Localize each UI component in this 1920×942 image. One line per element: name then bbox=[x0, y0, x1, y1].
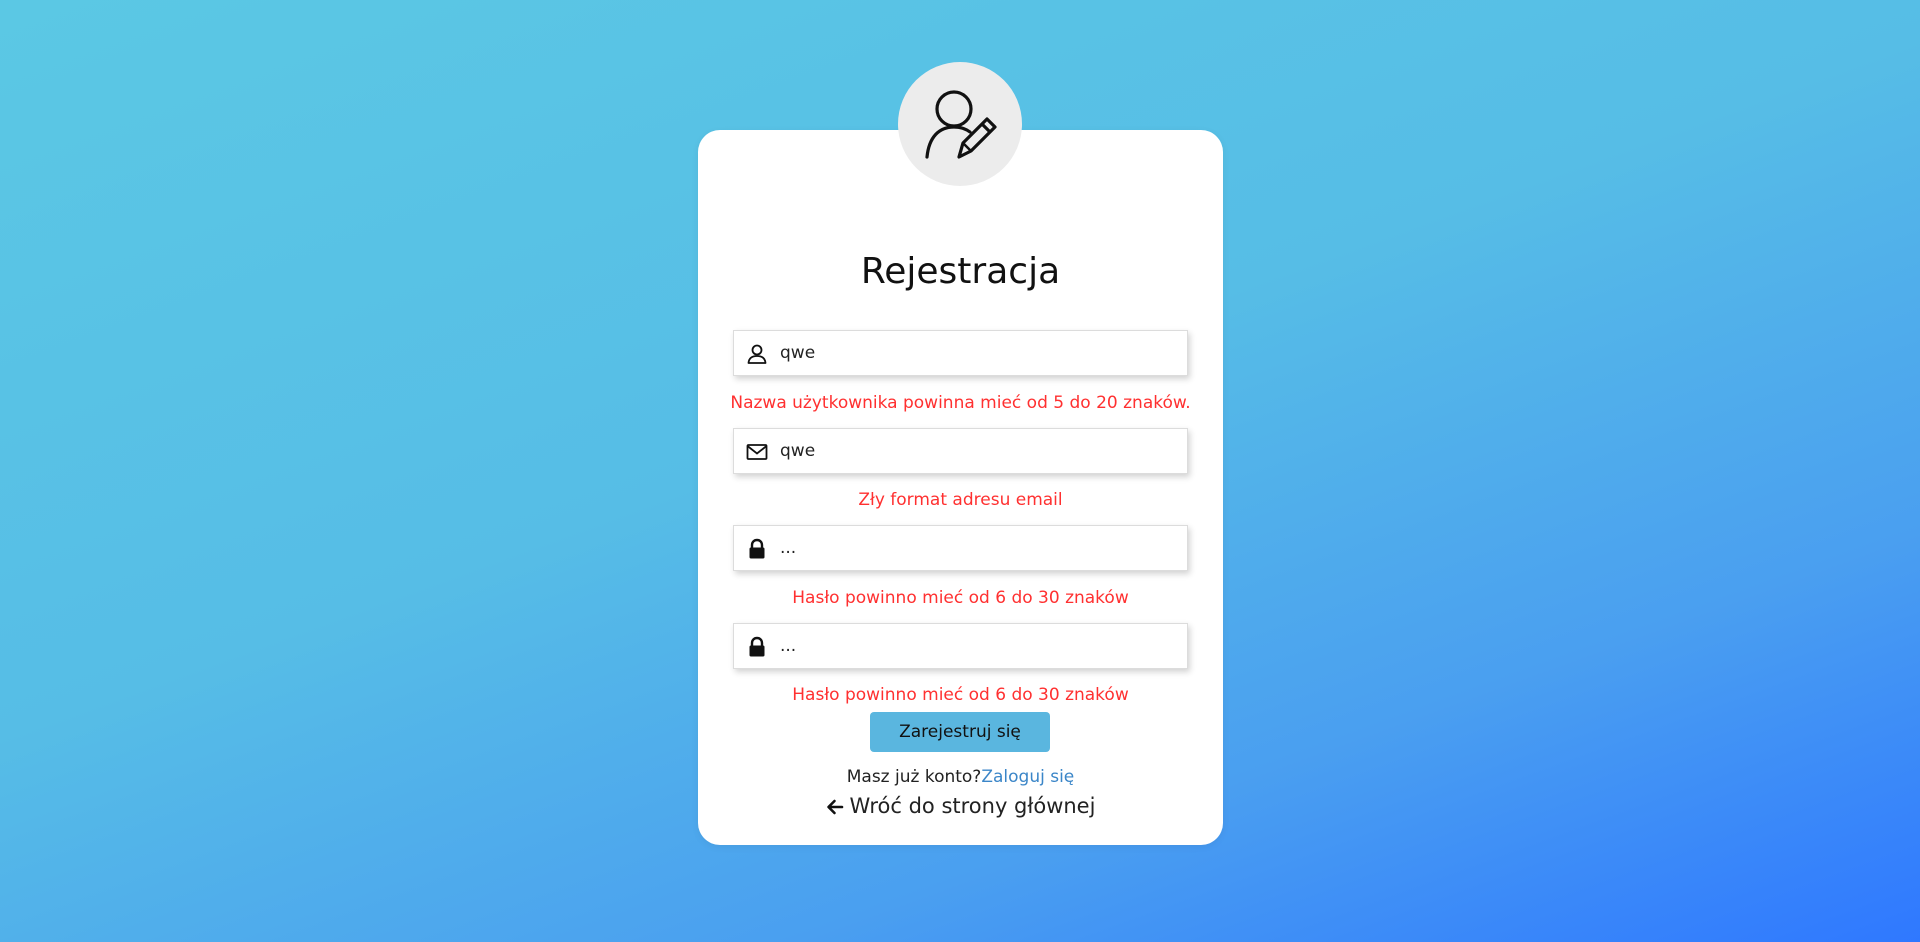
password-input[interactable] bbox=[780, 526, 1175, 570]
page-title: Rejestracja bbox=[860, 251, 1061, 292]
password-field[interactable] bbox=[733, 525, 1188, 571]
lock-icon bbox=[749, 538, 765, 559]
password-confirm-field[interactable] bbox=[733, 623, 1188, 669]
have-account-text: Masz już konto? bbox=[846, 767, 982, 787]
email-field[interactable] bbox=[733, 428, 1188, 474]
password-confirm-error: Hasło powinno mieć od 6 do 30 znaków bbox=[792, 685, 1129, 705]
envelope-icon bbox=[746, 444, 768, 460]
lock-icon bbox=[749, 636, 765, 657]
back-link-label: Wróć do strony głównej bbox=[849, 794, 1096, 818]
avatar bbox=[898, 62, 1022, 186]
back-to-home-link[interactable]: Wróć do strony głównej bbox=[698, 793, 1223, 819]
register-button[interactable]: Zarejestruj się bbox=[870, 712, 1050, 752]
password-error: Hasło powinno mieć od 6 do 30 znaków bbox=[792, 588, 1129, 608]
username-input[interactable] bbox=[780, 331, 1175, 375]
password-confirm-input[interactable] bbox=[780, 624, 1175, 668]
login-link[interactable]: Zaloguj się bbox=[981, 767, 1074, 787]
email-error: Zły format adresu email bbox=[858, 490, 1063, 510]
email-input[interactable] bbox=[780, 429, 1175, 473]
user-edit-icon bbox=[925, 90, 997, 159]
user-icon bbox=[747, 344, 767, 364]
arrow-left-icon bbox=[826, 799, 843, 815]
username-error: Nazwa użytkownika powinna mieć od 5 do 2… bbox=[730, 393, 1191, 413]
login-prompt: Masz już konto?Zaloguj się bbox=[698, 766, 1223, 788]
username-field[interactable] bbox=[733, 330, 1188, 376]
